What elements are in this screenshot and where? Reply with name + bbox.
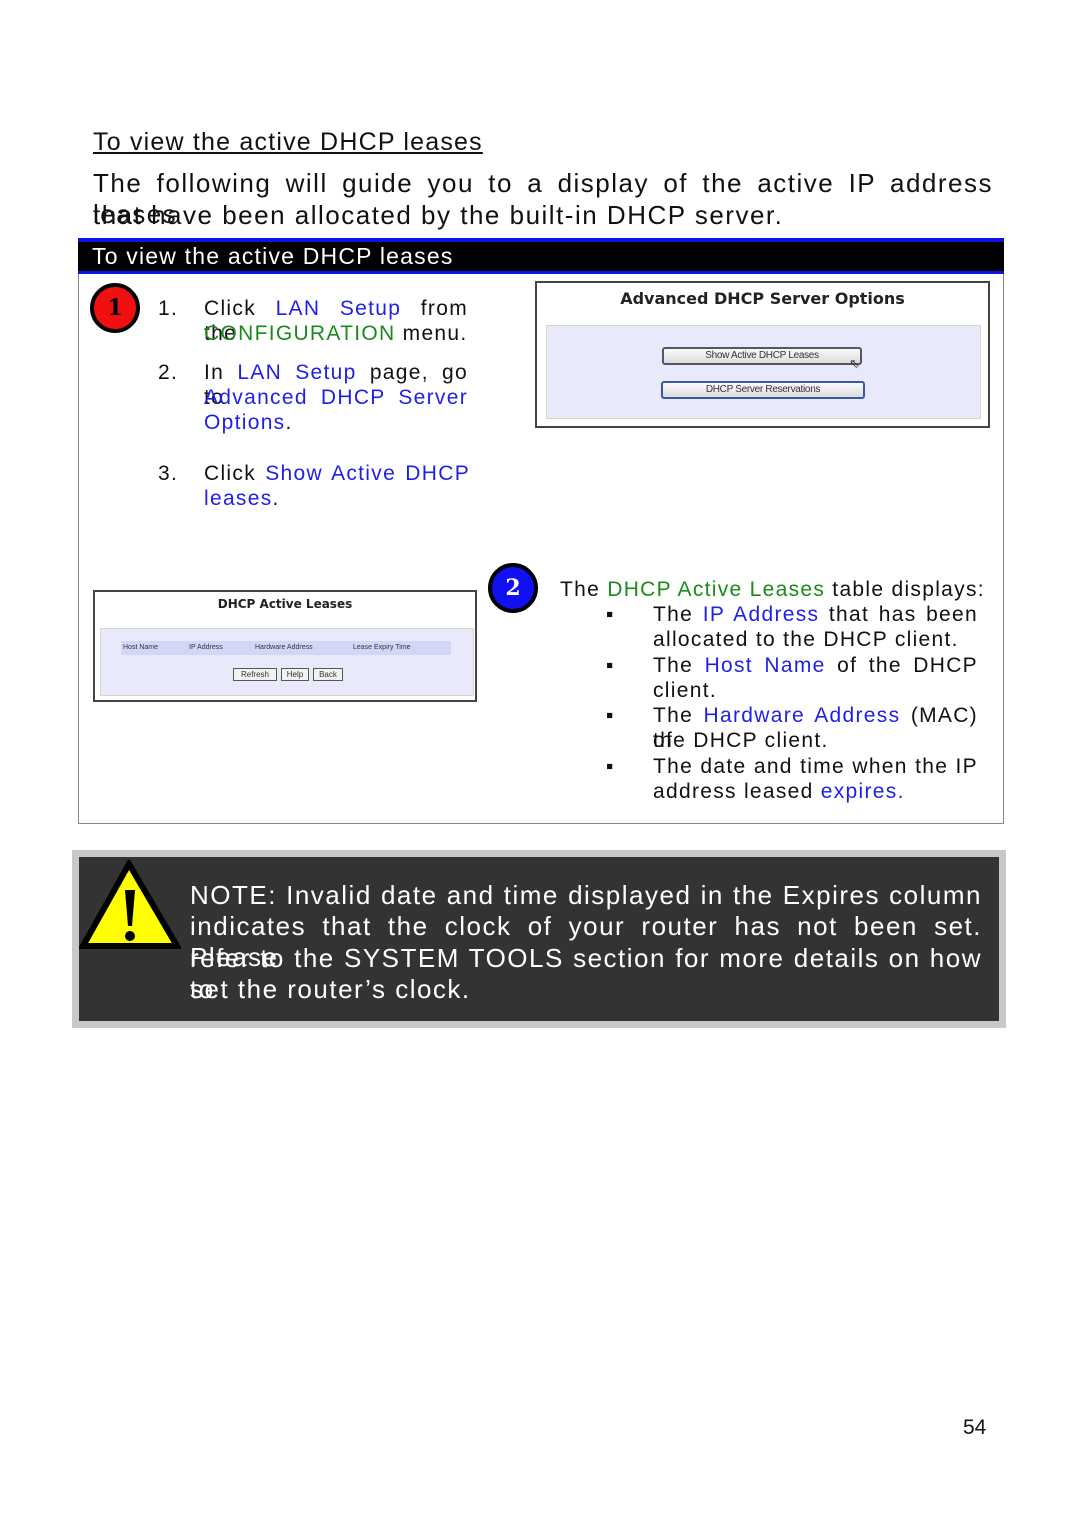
warning-icon [79,860,181,949]
bullet-text: The date and time when the IP [653,755,978,778]
link-lan-setup: LAN Setup [237,361,357,384]
step-number: 1. [158,297,179,320]
bullet-text: allocated to the DHCP client. [653,628,959,651]
bullet-text: The IP Address that has been [653,603,978,626]
leases-table-header: Host Name IP Address Hardware Address Le… [121,641,451,655]
column-header: IP Address [189,644,223,651]
column-header: Host Name [123,644,159,651]
menu-configuration: CONFIGURATION [204,322,396,345]
table-intro: The DHCP Active Leases table displays: [560,578,985,601]
refresh-button[interactable]: Refresh [233,668,277,681]
procedure-title-bar: To view the active DHCP leases [78,238,1004,274]
bullet-icon: ▪ [606,603,615,626]
step-text: Click Show Active DHCP [204,462,470,485]
note-text: set the router’s clock. [190,974,471,1004]
page-number: 54 [963,1416,987,1439]
bullet-icon: ▪ [606,755,615,778]
screenshot-title: DHCP Active Leases [217,597,353,611]
dhcp-reservations-button[interactable]: DHCP Server Reservations [661,381,865,399]
bullet-icon: ▪ [606,704,615,727]
back-button[interactable]: Back [313,668,343,681]
step-text: Options. [204,411,293,434]
step-text: CONFIGURATION menu. [204,322,468,345]
bullet-text: The Host Name of the DHCP [653,654,978,677]
dhcp-leases-screenshot: DHCP Active Leases Host Name IP Address … [93,590,477,702]
step-number: 2. [158,361,179,384]
dhcp-active-leases-term: DHCP Active Leases [607,578,826,601]
bullet-text: the DHCP client. [653,729,829,752]
help-button[interactable]: Help [281,668,309,681]
link-lan-setup: LAN Setup [275,297,402,320]
bullet-text: address leased expires. [653,780,905,803]
column-header: Hardware Address [255,644,313,651]
link-show-active: Show Active DHCP [265,462,470,485]
column-header: Lease Expiry Time [353,644,411,651]
step-number: 3. [158,462,179,485]
bullet-icon: ▪ [606,654,615,677]
bullet-text: client. [653,679,717,702]
leases-panel: Host Name IP Address Hardware Address Le… [100,628,474,696]
step-badge-2: 2 [488,563,538,613]
section-heading: To view the active DHCP leases [93,128,483,156]
step-text: leases. [204,487,280,510]
advanced-dhcp-screenshot: Advanced DHCP Server Options Show Active… [535,281,990,428]
manual-page: To view the active DHCP leases The follo… [0,0,1080,1533]
mouse-cursor-icon: ⇖ [849,356,860,371]
options-panel: Show Active DHCP Leases ⇖ DHCP Server Re… [546,325,981,419]
show-active-leases-button[interactable]: Show Active DHCP Leases [662,347,862,365]
screenshot-title: Advanced DHCP Server Options [620,289,905,308]
step-badge-1: 1 [90,283,140,333]
note-text: NOTE: Invalid date and time displayed in… [190,880,982,910]
intro-line-2: that have been allocated by the built-in… [93,200,784,230]
link-advanced-dhcp: Advanced DHCP Server [204,386,468,409]
